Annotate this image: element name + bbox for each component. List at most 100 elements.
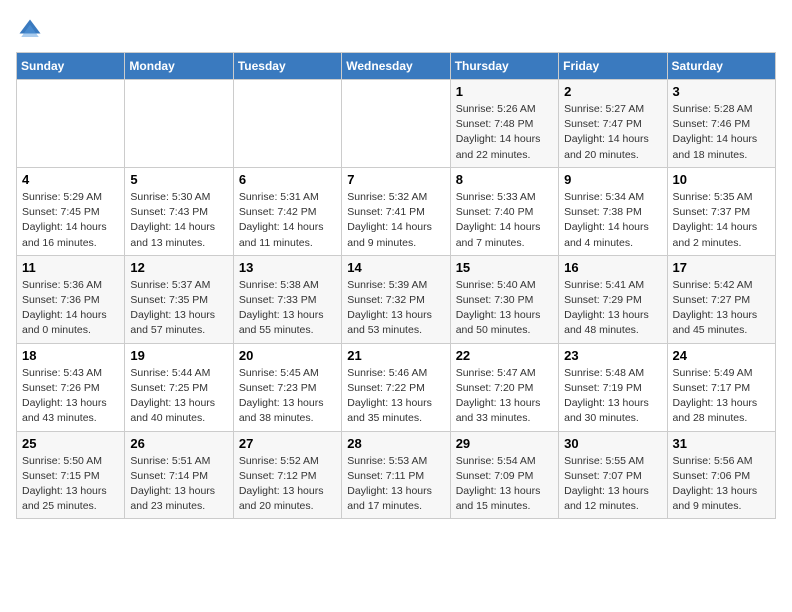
- day-info: Sunrise: 5:39 AMSunset: 7:32 PMDaylight:…: [347, 278, 444, 339]
- day-info: Sunrise: 5:46 AMSunset: 7:22 PMDaylight:…: [347, 366, 444, 427]
- calendar-cell: 30 Sunrise: 5:55 AMSunset: 7:07 PMDaylig…: [559, 431, 667, 519]
- day-number: 12: [130, 260, 227, 275]
- weekday-header-tuesday: Tuesday: [233, 53, 341, 80]
- day-info: Sunrise: 5:53 AMSunset: 7:11 PMDaylight:…: [347, 454, 444, 515]
- day-info: Sunrise: 5:52 AMSunset: 7:12 PMDaylight:…: [239, 454, 336, 515]
- calendar-cell: 20 Sunrise: 5:45 AMSunset: 7:23 PMDaylig…: [233, 343, 341, 431]
- calendar-week-row: 25 Sunrise: 5:50 AMSunset: 7:15 PMDaylig…: [17, 431, 776, 519]
- day-number: 4: [22, 172, 119, 187]
- day-number: 1: [456, 84, 553, 99]
- day-number: 22: [456, 348, 553, 363]
- calendar-cell: 31 Sunrise: 5:56 AMSunset: 7:06 PMDaylig…: [667, 431, 775, 519]
- logo-icon: [16, 16, 44, 44]
- day-info: Sunrise: 5:56 AMSunset: 7:06 PMDaylight:…: [673, 454, 770, 515]
- weekday-header-wednesday: Wednesday: [342, 53, 450, 80]
- day-number: 14: [347, 260, 444, 275]
- day-number: 9: [564, 172, 661, 187]
- calendar-cell: 24 Sunrise: 5:49 AMSunset: 7:17 PMDaylig…: [667, 343, 775, 431]
- day-info: Sunrise: 5:35 AMSunset: 7:37 PMDaylight:…: [673, 190, 770, 251]
- weekday-header-row: SundayMondayTuesdayWednesdayThursdayFrid…: [17, 53, 776, 80]
- calendar-cell: 2 Sunrise: 5:27 AMSunset: 7:47 PMDayligh…: [559, 80, 667, 168]
- day-info: Sunrise: 5:26 AMSunset: 7:48 PMDaylight:…: [456, 102, 553, 163]
- day-number: 10: [673, 172, 770, 187]
- day-number: 6: [239, 172, 336, 187]
- day-number: 27: [239, 436, 336, 451]
- calendar-cell: [233, 80, 341, 168]
- calendar-cell: 28 Sunrise: 5:53 AMSunset: 7:11 PMDaylig…: [342, 431, 450, 519]
- day-info: Sunrise: 5:41 AMSunset: 7:29 PMDaylight:…: [564, 278, 661, 339]
- day-info: Sunrise: 5:40 AMSunset: 7:30 PMDaylight:…: [456, 278, 553, 339]
- day-number: 30: [564, 436, 661, 451]
- day-number: 19: [130, 348, 227, 363]
- calendar-cell: 10 Sunrise: 5:35 AMSunset: 7:37 PMDaylig…: [667, 167, 775, 255]
- calendar-week-row: 18 Sunrise: 5:43 AMSunset: 7:26 PMDaylig…: [17, 343, 776, 431]
- calendar-cell: 15 Sunrise: 5:40 AMSunset: 7:30 PMDaylig…: [450, 255, 558, 343]
- calendar-cell: 25 Sunrise: 5:50 AMSunset: 7:15 PMDaylig…: [17, 431, 125, 519]
- weekday-header-friday: Friday: [559, 53, 667, 80]
- weekday-header-thursday: Thursday: [450, 53, 558, 80]
- day-info: Sunrise: 5:48 AMSunset: 7:19 PMDaylight:…: [564, 366, 661, 427]
- day-info: Sunrise: 5:28 AMSunset: 7:46 PMDaylight:…: [673, 102, 770, 163]
- day-info: Sunrise: 5:32 AMSunset: 7:41 PMDaylight:…: [347, 190, 444, 251]
- calendar-cell: 27 Sunrise: 5:52 AMSunset: 7:12 PMDaylig…: [233, 431, 341, 519]
- calendar-cell: 18 Sunrise: 5:43 AMSunset: 7:26 PMDaylig…: [17, 343, 125, 431]
- day-number: 7: [347, 172, 444, 187]
- calendar-cell: 4 Sunrise: 5:29 AMSunset: 7:45 PMDayligh…: [17, 167, 125, 255]
- calendar-week-row: 4 Sunrise: 5:29 AMSunset: 7:45 PMDayligh…: [17, 167, 776, 255]
- calendar-cell: 22 Sunrise: 5:47 AMSunset: 7:20 PMDaylig…: [450, 343, 558, 431]
- calendar-cell: 3 Sunrise: 5:28 AMSunset: 7:46 PMDayligh…: [667, 80, 775, 168]
- calendar-cell: 29 Sunrise: 5:54 AMSunset: 7:09 PMDaylig…: [450, 431, 558, 519]
- calendar-cell: 19 Sunrise: 5:44 AMSunset: 7:25 PMDaylig…: [125, 343, 233, 431]
- calendar-cell: 9 Sunrise: 5:34 AMSunset: 7:38 PMDayligh…: [559, 167, 667, 255]
- day-info: Sunrise: 5:49 AMSunset: 7:17 PMDaylight:…: [673, 366, 770, 427]
- weekday-header-monday: Monday: [125, 53, 233, 80]
- day-number: 28: [347, 436, 444, 451]
- calendar-cell: 14 Sunrise: 5:39 AMSunset: 7:32 PMDaylig…: [342, 255, 450, 343]
- day-number: 18: [22, 348, 119, 363]
- calendar-cell: 13 Sunrise: 5:38 AMSunset: 7:33 PMDaylig…: [233, 255, 341, 343]
- day-info: Sunrise: 5:31 AMSunset: 7:42 PMDaylight:…: [239, 190, 336, 251]
- weekday-header-saturday: Saturday: [667, 53, 775, 80]
- logo: [16, 16, 48, 44]
- day-info: Sunrise: 5:45 AMSunset: 7:23 PMDaylight:…: [239, 366, 336, 427]
- day-number: 25: [22, 436, 119, 451]
- calendar-cell: 11 Sunrise: 5:36 AMSunset: 7:36 PMDaylig…: [17, 255, 125, 343]
- day-info: Sunrise: 5:54 AMSunset: 7:09 PMDaylight:…: [456, 454, 553, 515]
- weekday-header-sunday: Sunday: [17, 53, 125, 80]
- day-number: 2: [564, 84, 661, 99]
- calendar-cell: 23 Sunrise: 5:48 AMSunset: 7:19 PMDaylig…: [559, 343, 667, 431]
- day-info: Sunrise: 5:55 AMSunset: 7:07 PMDaylight:…: [564, 454, 661, 515]
- day-number: 3: [673, 84, 770, 99]
- day-number: 31: [673, 436, 770, 451]
- calendar-cell: 6 Sunrise: 5:31 AMSunset: 7:42 PMDayligh…: [233, 167, 341, 255]
- calendar-cell: 12 Sunrise: 5:37 AMSunset: 7:35 PMDaylig…: [125, 255, 233, 343]
- day-number: 11: [22, 260, 119, 275]
- day-info: Sunrise: 5:37 AMSunset: 7:35 PMDaylight:…: [130, 278, 227, 339]
- calendar-cell: 16 Sunrise: 5:41 AMSunset: 7:29 PMDaylig…: [559, 255, 667, 343]
- day-info: Sunrise: 5:27 AMSunset: 7:47 PMDaylight:…: [564, 102, 661, 163]
- day-info: Sunrise: 5:34 AMSunset: 7:38 PMDaylight:…: [564, 190, 661, 251]
- calendar-cell: [125, 80, 233, 168]
- calendar-cell: 17 Sunrise: 5:42 AMSunset: 7:27 PMDaylig…: [667, 255, 775, 343]
- day-info: Sunrise: 5:36 AMSunset: 7:36 PMDaylight:…: [22, 278, 119, 339]
- calendar-cell: 5 Sunrise: 5:30 AMSunset: 7:43 PMDayligh…: [125, 167, 233, 255]
- day-number: 20: [239, 348, 336, 363]
- day-info: Sunrise: 5:30 AMSunset: 7:43 PMDaylight:…: [130, 190, 227, 251]
- day-info: Sunrise: 5:33 AMSunset: 7:40 PMDaylight:…: [456, 190, 553, 251]
- day-info: Sunrise: 5:43 AMSunset: 7:26 PMDaylight:…: [22, 366, 119, 427]
- day-number: 24: [673, 348, 770, 363]
- calendar-table: SundayMondayTuesdayWednesdayThursdayFrid…: [16, 52, 776, 519]
- day-number: 16: [564, 260, 661, 275]
- day-number: 15: [456, 260, 553, 275]
- day-info: Sunrise: 5:50 AMSunset: 7:15 PMDaylight:…: [22, 454, 119, 515]
- day-number: 29: [456, 436, 553, 451]
- day-info: Sunrise: 5:29 AMSunset: 7:45 PMDaylight:…: [22, 190, 119, 251]
- day-number: 21: [347, 348, 444, 363]
- day-number: 26: [130, 436, 227, 451]
- day-info: Sunrise: 5:47 AMSunset: 7:20 PMDaylight:…: [456, 366, 553, 427]
- day-number: 8: [456, 172, 553, 187]
- calendar-cell: [342, 80, 450, 168]
- day-info: Sunrise: 5:51 AMSunset: 7:14 PMDaylight:…: [130, 454, 227, 515]
- calendar-cell: 1 Sunrise: 5:26 AMSunset: 7:48 PMDayligh…: [450, 80, 558, 168]
- day-number: 17: [673, 260, 770, 275]
